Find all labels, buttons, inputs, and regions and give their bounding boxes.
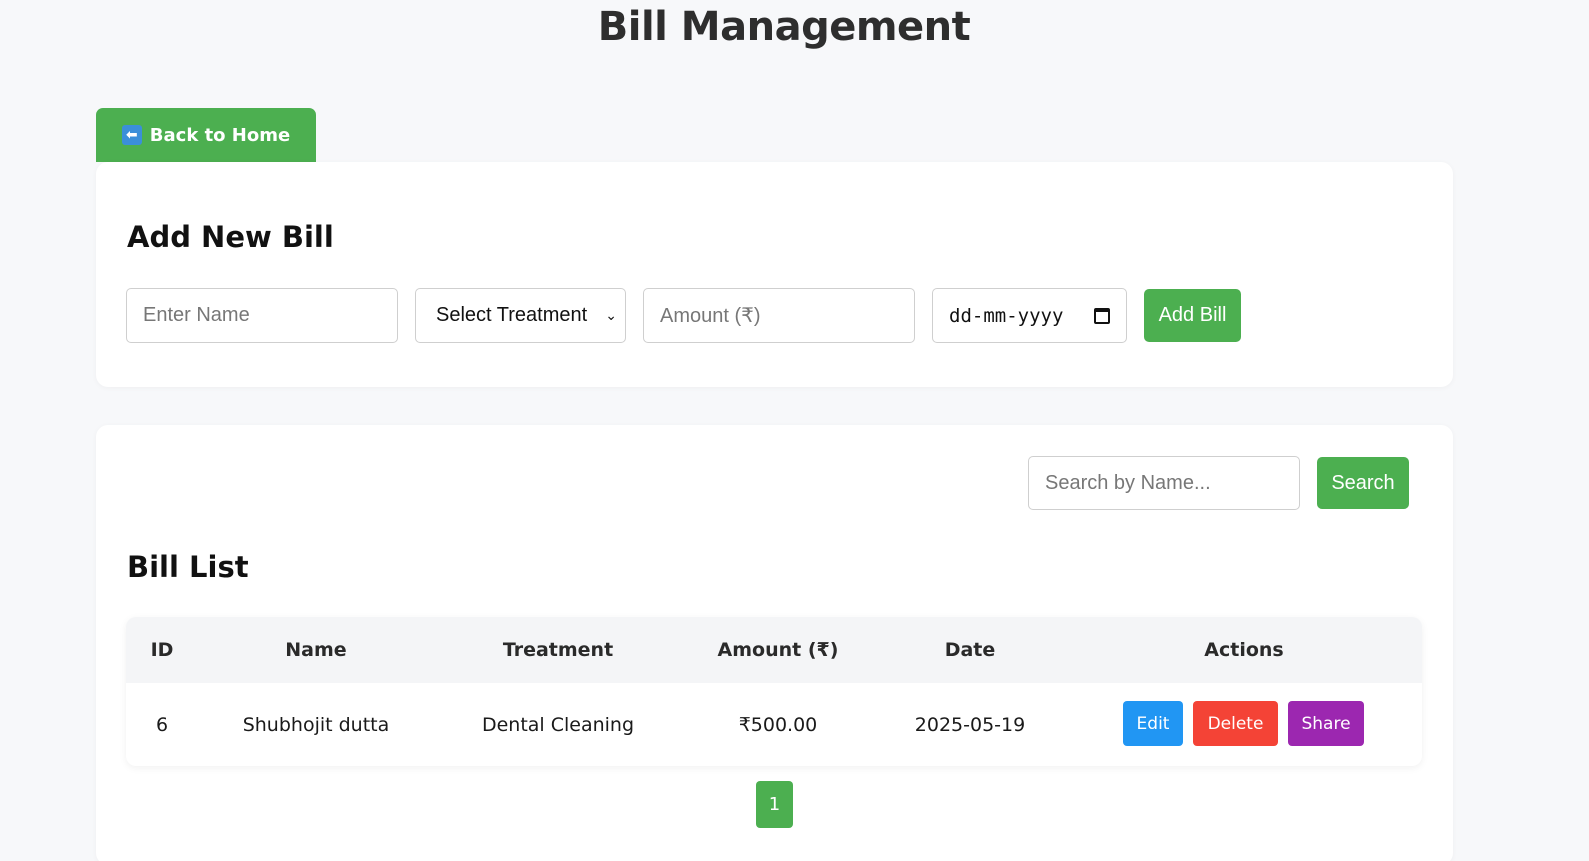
column-header-date: Date	[944, 639, 996, 661]
column-header-id: ID	[150, 639, 174, 661]
search-button[interactable]: Search	[1317, 457, 1409, 509]
add-bill-heading: Add New Bill	[127, 220, 334, 254]
bill-list-heading: Bill List	[127, 550, 249, 584]
pagination-page-button[interactable]: 1	[756, 781, 793, 828]
row-treatment: Dental Cleaning	[481, 713, 635, 736]
share-button[interactable]: Share	[1288, 701, 1364, 746]
column-header-name: Name	[285, 639, 347, 661]
treatment-select[interactable]: Select Treatment ⌄	[415, 288, 626, 343]
back-to-home-label: Back to Home	[149, 124, 291, 146]
row-id: 6	[155, 713, 169, 736]
name-placeholder: Enter Name	[143, 304, 250, 326]
name-input[interactable]: Enter Name	[126, 288, 398, 343]
search-placeholder: Search by Name...	[1045, 471, 1211, 494]
table-header: ID Name Treatment Amount (₹) Date Action…	[126, 617, 1422, 683]
bill-table: ID Name Treatment Amount (₹) Date Action…	[126, 617, 1422, 766]
date-placeholder: dd-mm-yyyy	[949, 304, 1064, 327]
column-header-treatment: Treatment	[502, 639, 614, 661]
delete-button[interactable]: Delete	[1193, 701, 1278, 746]
left-arrow-icon: ⬅	[121, 125, 142, 145]
page-title: Bill Management	[597, 4, 971, 50]
edit-button[interactable]: Edit	[1123, 701, 1183, 746]
row-amount: ₹500.00	[738, 713, 818, 736]
table-row: 6 Shubhojit dutta Dental Cleaning ₹500.0…	[126, 683, 1422, 766]
add-bill-button[interactable]: Add Bill	[1144, 289, 1241, 342]
calendar-icon[interactable]	[1094, 307, 1110, 324]
bill-list-card: Search by Name... Search Bill List ID Na…	[96, 425, 1453, 861]
row-name: Shubhojit dutta	[242, 713, 390, 736]
column-header-actions: Actions	[1204, 639, 1284, 661]
search-input[interactable]: Search by Name...	[1028, 456, 1300, 510]
date-input[interactable]: dd-mm-yyyy	[932, 288, 1127, 343]
column-header-amount: Amount (₹)	[717, 639, 839, 661]
amount-placeholder: Amount (₹)	[660, 305, 761, 327]
amount-input[interactable]: Amount (₹)	[643, 288, 915, 343]
row-date: 2025-05-19	[914, 713, 1026, 736]
back-to-home-button[interactable]: ⬅ Back to Home	[96, 108, 316, 162]
chevron-down-icon: ⌄	[605, 307, 617, 323]
treatment-selected-value: Select Treatment	[436, 304, 588, 326]
add-bill-card: Add New Bill Enter Name Select Treatment…	[96, 162, 1453, 387]
